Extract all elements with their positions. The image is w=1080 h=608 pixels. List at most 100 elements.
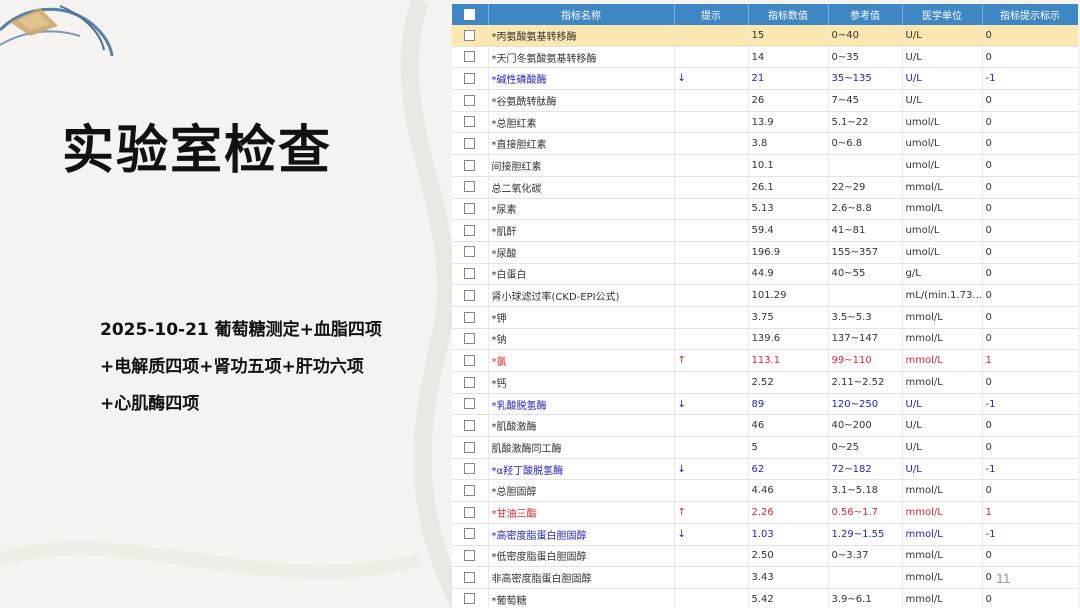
cell-flag xyxy=(674,588,749,608)
checkbox-icon xyxy=(464,528,476,540)
checkbox-icon xyxy=(464,116,476,128)
cell-flag xyxy=(674,46,749,69)
table-row[interactable]: *天门冬氨酸氨基转移酶 14 0~35 U/L 0 xyxy=(452,46,1078,69)
row-checkbox[interactable] xyxy=(452,25,489,47)
cell-flag-mark: 0 xyxy=(982,414,1078,438)
row-checkbox[interactable] xyxy=(452,132,489,156)
cell-unit: U/L xyxy=(902,89,983,112)
table-row[interactable]: *总胆固醇 4.46 3.1~5.18 mmol/L 0 xyxy=(452,479,1078,503)
cell-indicator-name: *谷氨酰转肽酶 xyxy=(488,89,675,112)
table-row[interactable]: *肌酸激酶 46 40~200 U/L 0 xyxy=(452,414,1078,438)
row-checkbox[interactable] xyxy=(452,545,489,568)
cell-indicator-name: 间接胆红素 xyxy=(488,154,675,177)
table-row[interactable]: *钠 139.6 137~147 mmol/L 0 xyxy=(452,328,1078,351)
row-checkbox[interactable] xyxy=(452,566,489,589)
cell-flag xyxy=(674,132,749,156)
table-row[interactable]: *葡萄糖 5.42 3.9~6.1 mmol/L 0 xyxy=(452,588,1078,608)
table-row[interactable]: *碱性磷酸酶 ↓ 21 35~135 U/L -1 xyxy=(452,67,1078,91)
row-checkbox[interactable] xyxy=(452,393,489,416)
column-header-name[interactable]: 指标名称 xyxy=(488,4,675,25)
column-header-unit[interactable]: 医学单位 xyxy=(902,4,983,25)
row-checkbox[interactable] xyxy=(452,306,489,329)
table-row[interactable]: *低密度脂蛋白胆固醇 2.50 0~3.37 mmol/L 0 xyxy=(452,545,1078,568)
checkbox-icon xyxy=(464,398,476,410)
column-header-mark[interactable]: 指标提示标示 xyxy=(982,4,1078,25)
row-checkbox[interactable] xyxy=(452,198,489,221)
table-row[interactable]: 间接胆红素 10.1 umol/L 0 xyxy=(452,154,1078,177)
cell-reference-range: 0~6.8 xyxy=(828,132,903,156)
cell-value: 5.13 xyxy=(748,198,829,221)
row-checkbox[interactable] xyxy=(452,588,489,608)
cell-flag-mark: 1 xyxy=(982,501,1078,524)
table-row[interactable]: *甘油三酯 ↑ 2.26 0.56~1.7 mmol/L 1 xyxy=(452,501,1078,524)
cell-indicator-name: *葡萄糖 xyxy=(488,588,675,608)
table-row[interactable]: *乳酸脱氢酶 ↓ 89 120~250 U/L -1 xyxy=(452,393,1078,416)
checkbox-icon xyxy=(464,268,476,280)
cell-unit: umol/L xyxy=(902,219,983,242)
row-checkbox[interactable] xyxy=(452,263,489,286)
row-checkbox[interactable] xyxy=(452,349,489,372)
cell-value: 4.46 xyxy=(748,479,829,503)
cell-reference-range: 2.11~2.52 xyxy=(828,371,903,394)
column-header-reference[interactable]: 参考值 xyxy=(828,4,903,25)
cell-flag xyxy=(674,241,749,264)
cell-indicator-name: *低密度脂蛋白胆固醇 xyxy=(488,545,675,568)
cell-flag-mark: 0 xyxy=(982,111,1078,134)
row-checkbox[interactable] xyxy=(452,458,489,481)
row-checkbox[interactable] xyxy=(452,501,489,524)
table-header-row: 指标名称 提示 指标数值 参考值 医学单位 指标提示标示 xyxy=(452,4,1078,25)
table-row[interactable]: *肌酐 59.4 41~81 umol/L 0 xyxy=(452,219,1078,242)
table-row[interactable]: *钙 2.52 2.11~2.52 mmol/L 0 xyxy=(452,371,1078,394)
table-row[interactable]: 总二氧化碳 26.1 22~29 mmol/L 0 xyxy=(452,176,1078,199)
table-row[interactable]: *丙氨酸氨基转移酶 15 0~40 U/L 0 xyxy=(452,25,1078,47)
cell-reference-range: 40~55 xyxy=(828,263,903,286)
row-checkbox[interactable] xyxy=(452,176,489,199)
cell-flag-mark: 0 xyxy=(982,46,1078,69)
row-checkbox[interactable] xyxy=(452,371,489,394)
row-checkbox[interactable] xyxy=(452,89,489,112)
column-header-flag[interactable]: 提示 xyxy=(674,4,749,25)
slide-title: 实验室检查 xyxy=(62,121,333,181)
cell-flag: ↓ xyxy=(674,523,749,546)
cell-unit: g/L xyxy=(902,263,983,286)
checkbox-icon xyxy=(464,224,476,236)
row-checkbox[interactable] xyxy=(452,219,489,242)
cell-indicator-name: *钠 xyxy=(488,328,675,351)
table-row[interactable]: *尿素 5.13 2.6~8.8 mmol/L 0 xyxy=(452,198,1078,221)
table-row[interactable]: *尿酸 196.9 155~357 umol/L 0 xyxy=(452,241,1078,264)
cell-flag xyxy=(674,566,749,589)
cell-value: 2.50 xyxy=(748,545,829,568)
cell-indicator-name: *钾 xyxy=(488,306,675,329)
table-row[interactable]: 肾小球滤过率(CKD-EPI公式) 101.29 mL/(min.1.73... 0 xyxy=(452,284,1078,307)
table-row[interactable]: *直接胆红素 3.8 0~6.8 umol/L 0 xyxy=(452,132,1078,156)
row-checkbox[interactable] xyxy=(452,111,489,134)
row-checkbox[interactable] xyxy=(452,523,489,546)
row-checkbox[interactable] xyxy=(452,241,489,264)
row-checkbox[interactable] xyxy=(452,328,489,351)
row-checkbox[interactable] xyxy=(452,414,489,438)
checkbox-icon xyxy=(464,333,476,345)
row-checkbox[interactable] xyxy=(452,479,489,503)
cell-flag-mark: 0 xyxy=(982,545,1078,568)
row-checkbox[interactable] xyxy=(452,284,489,307)
select-all-checkbox[interactable] xyxy=(452,4,489,25)
cell-flag-mark: -1 xyxy=(982,67,1078,91)
table-row[interactable]: 肌酸激酶同工酶 5 0~25 U/L 0 xyxy=(452,436,1078,459)
row-checkbox[interactable] xyxy=(452,154,489,177)
checkbox-icon xyxy=(464,441,476,453)
table-row[interactable]: *氯 ↑ 113.1 99~110 mmol/L 1 xyxy=(452,349,1078,372)
cell-reference-range: 22~29 xyxy=(828,176,903,199)
cell-unit: mmol/L xyxy=(902,479,983,503)
table-row[interactable]: *总胆红素 13.9 5.1~22 umol/L 0 xyxy=(452,111,1078,134)
cell-flag xyxy=(674,479,749,503)
table-row[interactable]: *钾 3.75 3.5~5.3 mmol/L 0 xyxy=(452,306,1078,329)
row-checkbox[interactable] xyxy=(452,436,489,459)
table-row[interactable]: 非高密度脂蛋白胆固醇 3.43 mmol/L 0 xyxy=(452,566,1078,589)
column-header-value[interactable]: 指标数值 xyxy=(748,4,829,25)
table-row[interactable]: *α羟丁酸脱氢酶 ↓ 62 72~182 U/L -1 xyxy=(452,458,1078,481)
row-checkbox[interactable] xyxy=(452,67,489,91)
row-checkbox[interactable] xyxy=(452,46,489,69)
table-row[interactable]: *白蛋白 44.9 40~55 g/L 0 xyxy=(452,263,1078,286)
table-row[interactable]: *谷氨酰转肽酶 26 7~45 U/L 0 xyxy=(452,89,1078,112)
table-row[interactable]: *高密度脂蛋白胆固醇 ↓ 1.03 1.29~1.55 mmol/L -1 xyxy=(452,523,1078,546)
